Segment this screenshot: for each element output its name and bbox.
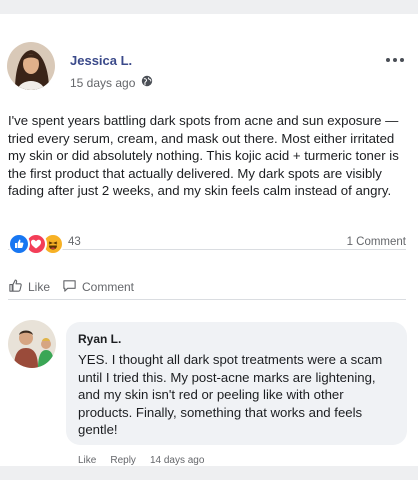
- author-name[interactable]: Jessica L.: [70, 53, 132, 68]
- post-card: Jessica L. 15 days ago I've spent years …: [0, 14, 418, 466]
- post-meta: 15 days ago: [70, 75, 153, 90]
- reply-reply-link[interactable]: Reply: [110, 455, 136, 466]
- reply-avatar[interactable]: [8, 320, 56, 368]
- like-label: Like: [28, 280, 51, 294]
- reply-text: YES. I thought all dark spot treatments …: [78, 352, 383, 438]
- post-time[interactable]: 15 days ago: [70, 76, 135, 90]
- thumbs-up-icon: [8, 278, 23, 296]
- reply-like-link[interactable]: Like: [78, 455, 96, 466]
- comment-label: Comment: [82, 280, 135, 294]
- like-button[interactable]: Like: [8, 278, 50, 296]
- comment-icon: [62, 278, 77, 296]
- reply-time[interactable]: 14 days ago: [150, 455, 205, 466]
- more-options-icon[interactable]: [386, 58, 404, 62]
- like-reaction-icon: [8, 233, 30, 255]
- divider: [8, 249, 406, 250]
- reaction-count[interactable]: 43: [68, 236, 81, 248]
- author-avatar[interactable]: [7, 42, 55, 90]
- globe-icon: [141, 75, 153, 90]
- divider: [8, 299, 406, 300]
- comment-count[interactable]: 1 Comment: [347, 236, 406, 248]
- reaction-icons[interactable]: [8, 233, 64, 255]
- comment-button[interactable]: Comment: [62, 278, 134, 296]
- reply-bubble: Ryan L. YES. I thought all dark spot tre…: [66, 322, 407, 445]
- reply-author-name[interactable]: Ryan L.: [78, 332, 121, 346]
- reply-actions: Like Reply 14 days ago: [78, 455, 204, 466]
- post-body: I've spent years battling dark spots fro…: [8, 113, 399, 199]
